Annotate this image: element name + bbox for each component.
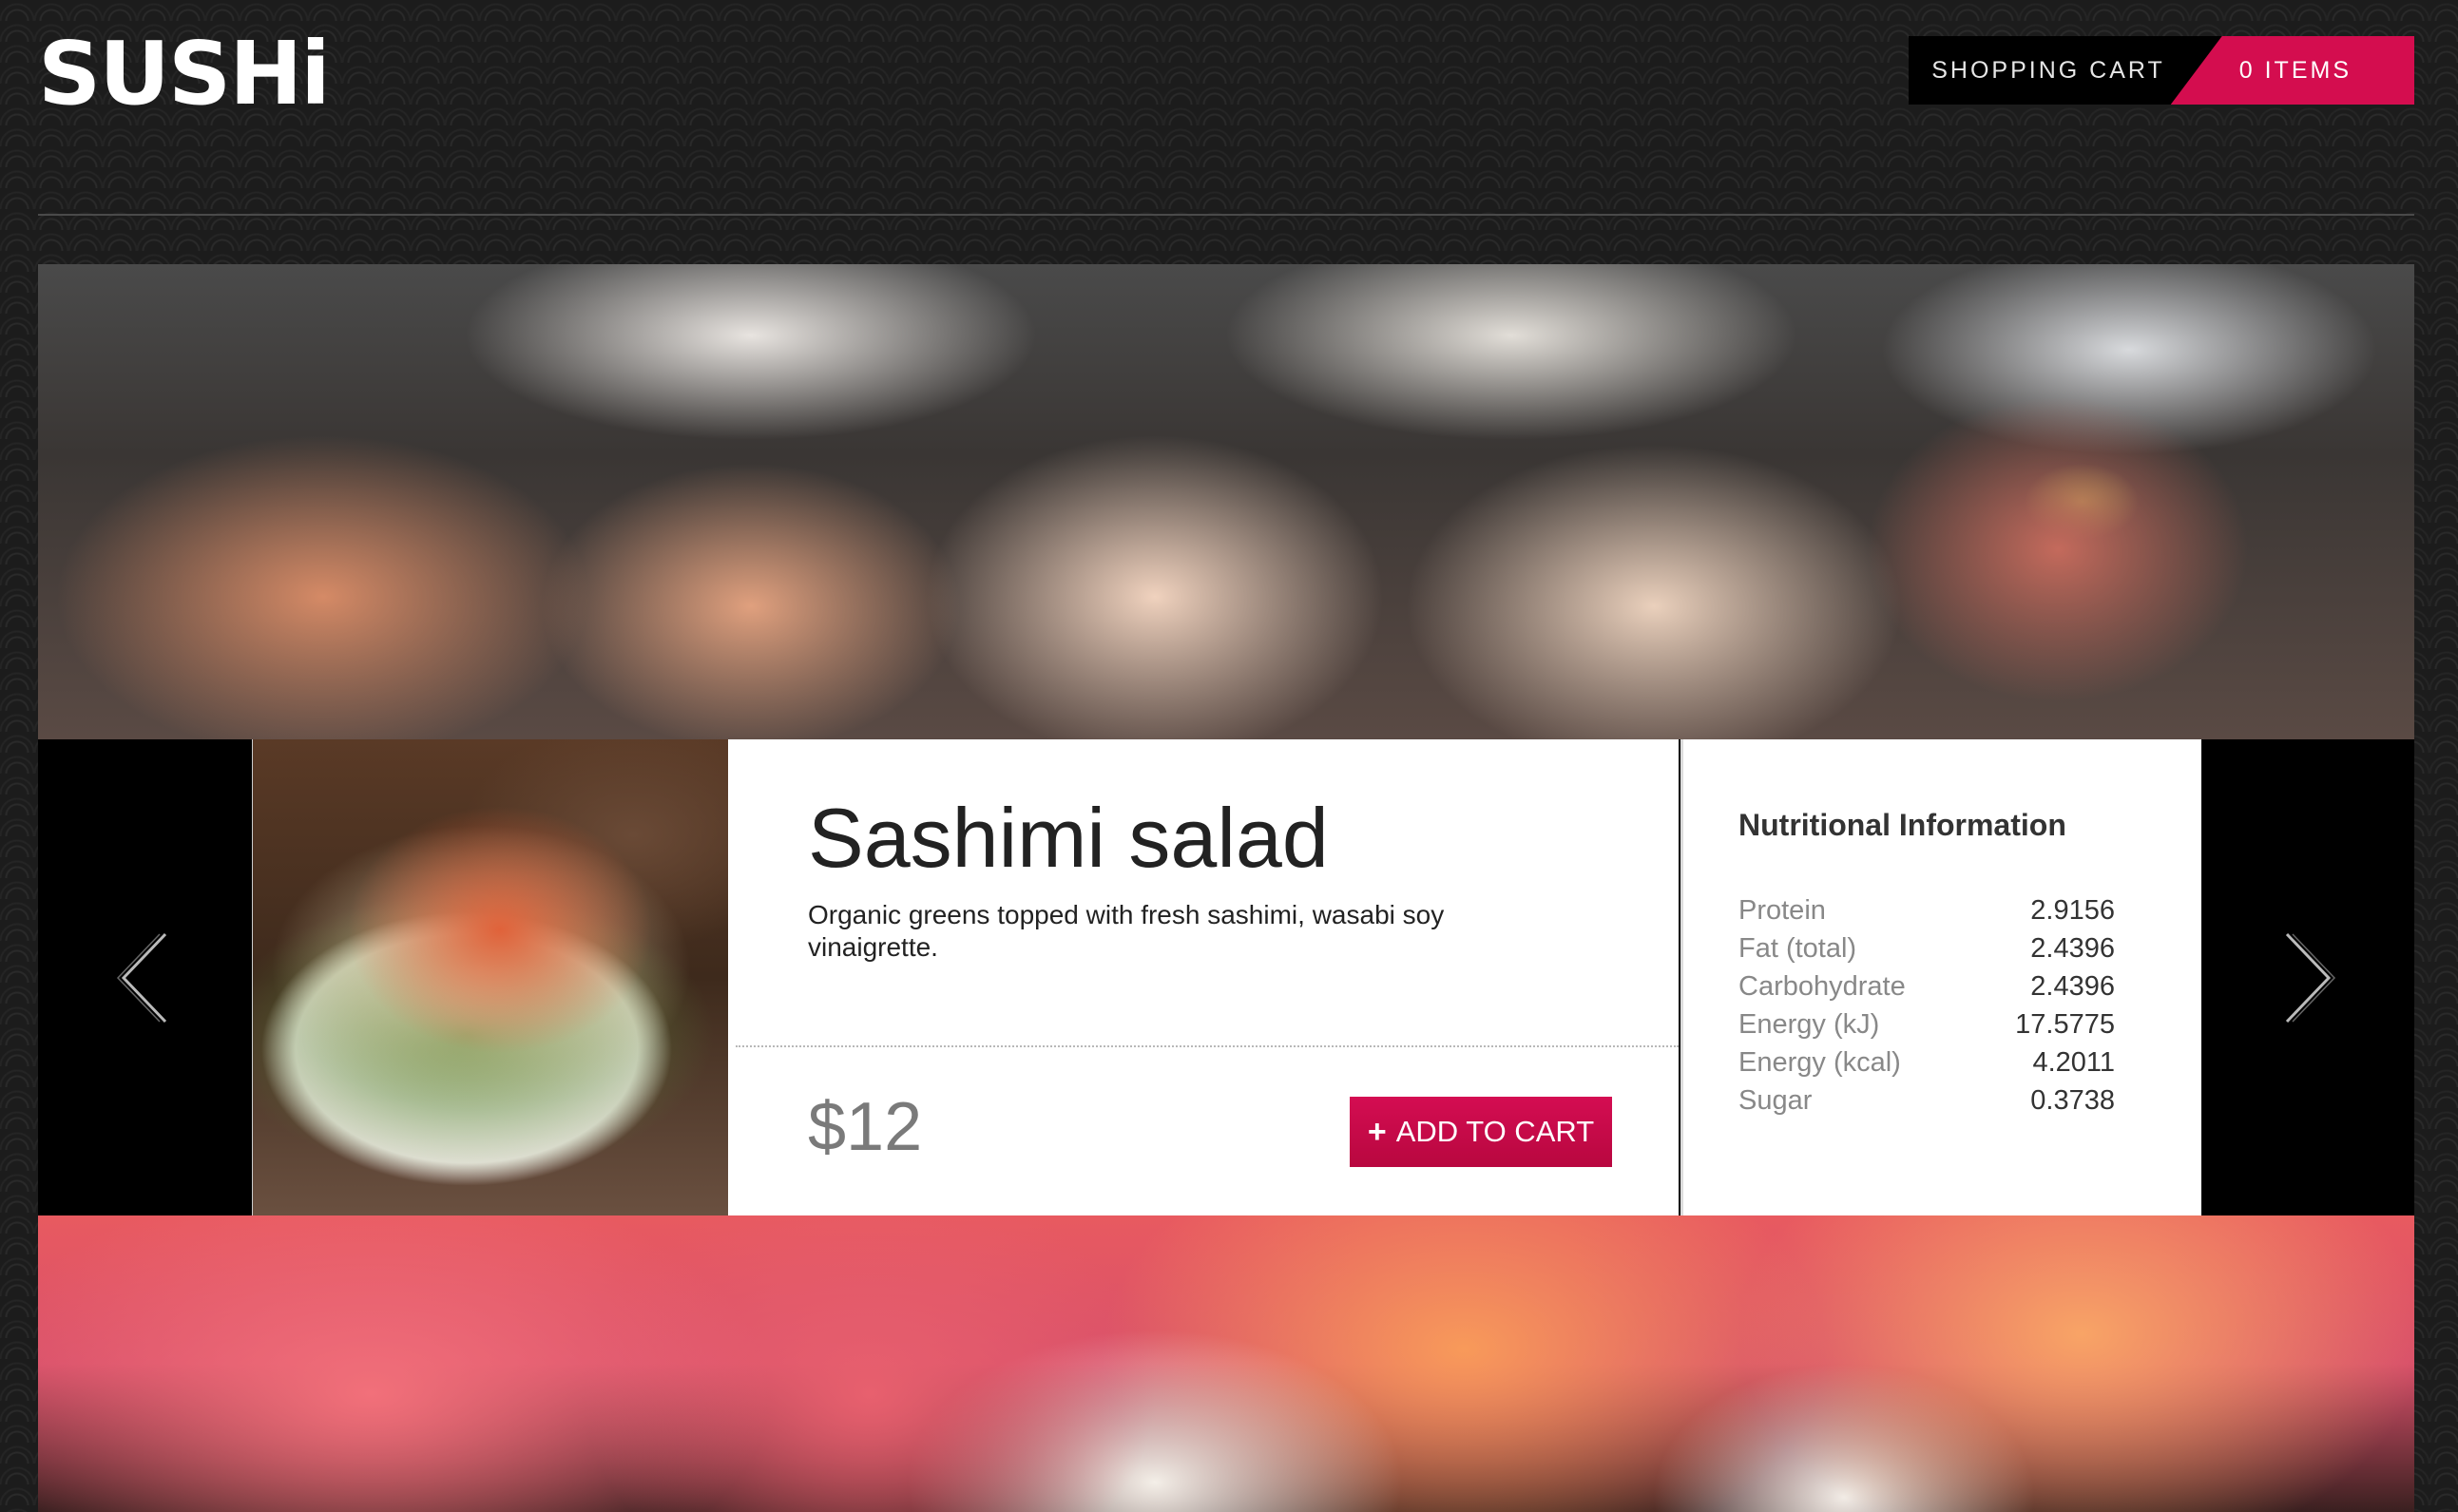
nutrition-label: Energy (kcal) [1738, 1047, 1901, 1078]
next-slide-button[interactable] [2201, 739, 2414, 1215]
product-details: Sashimi salad Organic greens topped with… [728, 739, 1679, 1215]
previous-slide-button[interactable] [38, 739, 251, 1215]
nutrition-table: Protein 2.9156 Fat (total) 2.4396 Carboh… [1738, 891, 2115, 1120]
nutrition-row: Protein 2.9156 [1738, 891, 2115, 929]
shopping-cart[interactable]: SHOPPING CART 0 ITEMS [1909, 36, 2414, 105]
hero-image-top [38, 264, 2414, 739]
nutrition-value: 2.4396 [2030, 971, 2115, 1002]
header-divider [38, 214, 2414, 216]
add-to-cart-label: ADD TO CART [1395, 1115, 1595, 1148]
product-slide: Sashimi salad Organic greens topped with… [38, 739, 2414, 1215]
logo[interactable]: SUSHi [38, 30, 331, 118]
nutrition-row: Energy (kcal) 4.2011 [1738, 1043, 2115, 1081]
hero-slider: Sashimi salad Organic greens topped with… [38, 264, 2414, 1512]
nutrition-value: 2.9156 [2030, 895, 2115, 926]
nutrition-row: Fat (total) 2.4396 [1738, 929, 2115, 967]
product-price: $12 [808, 1089, 923, 1165]
nutrition-value: 17.5775 [2015, 1009, 2115, 1040]
nutrition-label: Sugar [1738, 1085, 1813, 1116]
nutrition-panel: Nutritional Information Protein 2.9156 F… [1680, 739, 2201, 1215]
nutrition-value: 4.2011 [2032, 1047, 2115, 1078]
nutrition-row: Carbohydrate 2.4396 [1738, 967, 2115, 1005]
product-name: Sashimi salad [808, 791, 1329, 885]
product-divider [736, 1045, 1679, 1047]
chevron-right-icon [2285, 932, 2336, 1023]
plus-icon: + [1367, 1113, 1387, 1150]
hero-image-bottom [38, 1215, 2414, 1512]
nutrition-label: Energy (kJ) [1738, 1009, 1880, 1040]
nutrition-label: Protein [1738, 895, 1826, 926]
nutrition-title: Nutritional Information [1738, 808, 2066, 842]
nutrition-label: Carbohydrate [1738, 971, 1906, 1002]
chevron-left-icon [116, 932, 167, 1023]
add-to-cart-button[interactable]: + ADD TO CART [1350, 1097, 1612, 1167]
nutrition-row: Energy (kJ) 17.5775 [1738, 1005, 2115, 1043]
product-image [252, 739, 728, 1215]
nutrition-value: 0.3738 [2030, 1085, 2115, 1116]
nutrition-label: Fat (total) [1738, 933, 1857, 964]
nutrition-row: Sugar 0.3738 [1738, 1081, 2115, 1120]
product-description: Organic greens topped with fresh sashimi… [808, 900, 1445, 963]
shopping-cart-label[interactable]: SHOPPING CART [1909, 36, 2222, 105]
nutrition-value: 2.4396 [2030, 933, 2115, 964]
